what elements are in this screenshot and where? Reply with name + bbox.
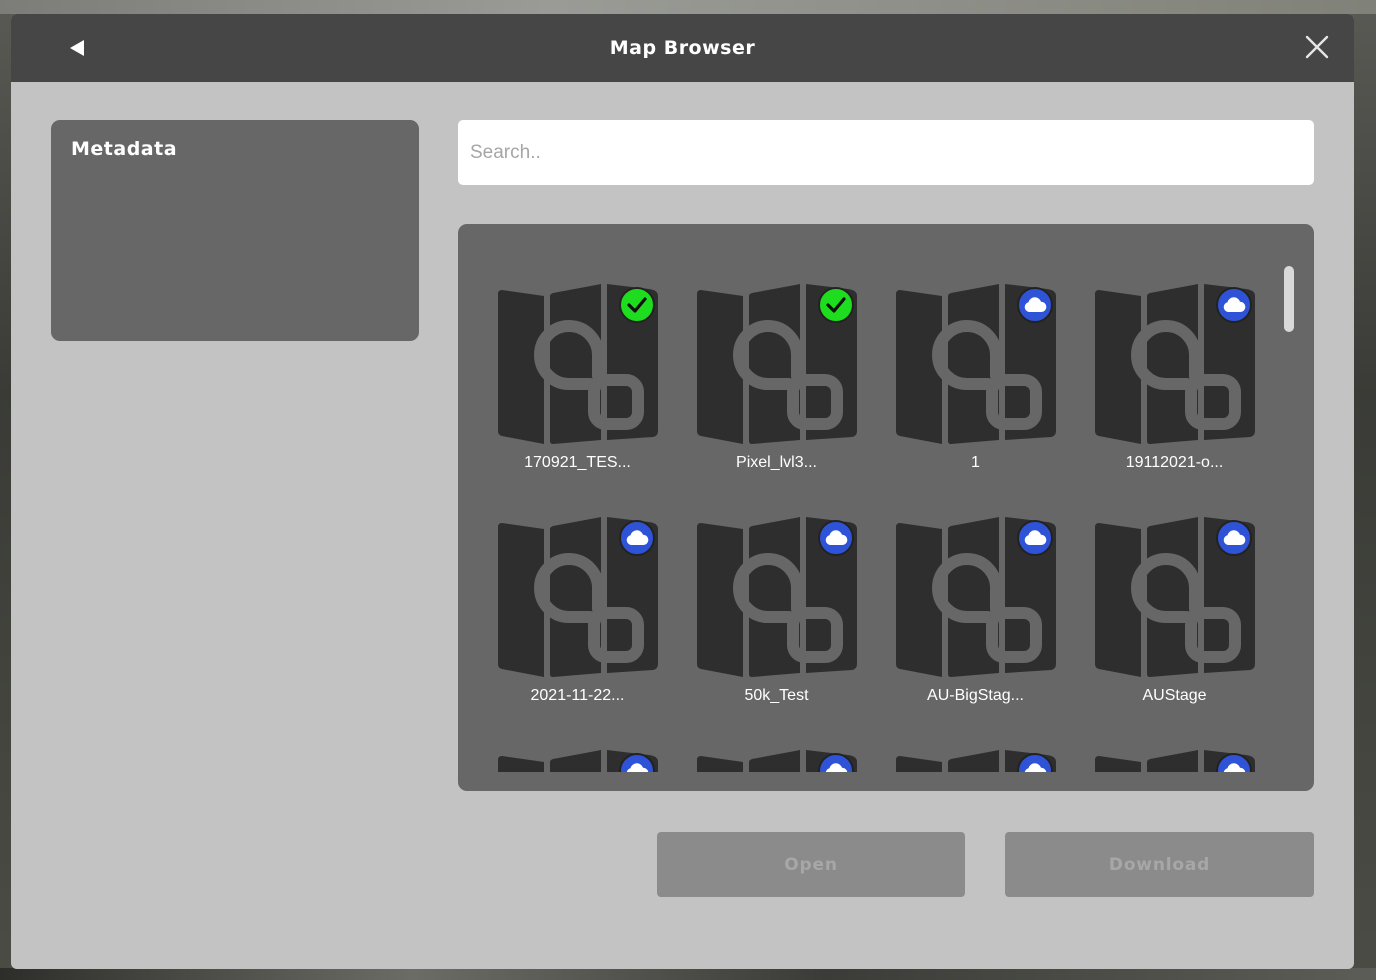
map-tile[interactable] xyxy=(1075,750,1274,772)
map-tile-label: Pixel_lvl3... xyxy=(736,454,817,471)
map-tile[interactable] xyxy=(677,750,876,772)
map-tile[interactable]: AUStage xyxy=(1075,517,1274,750)
cloud-icon xyxy=(1024,763,1047,772)
map-tile-label: 50k_Test xyxy=(744,687,809,704)
cloud-icon xyxy=(1024,530,1047,545)
background-bottom xyxy=(0,968,1376,980)
cloud-badge xyxy=(1216,520,1252,556)
map-grid: 170921_TES... Pixel_lvl3... 1 19112021-o...… xyxy=(478,284,1278,772)
search-input[interactable] xyxy=(458,120,1314,185)
cloud-icon xyxy=(626,763,649,772)
map-tile-label: 170921_TES... xyxy=(524,454,631,471)
metadata-title: Metadata xyxy=(71,138,178,160)
map-tile-label: AU-BigStag... xyxy=(927,687,1024,704)
close-icon xyxy=(1305,35,1329,59)
cloud-badge xyxy=(1017,520,1053,556)
grid-scrollbar[interactable] xyxy=(1284,266,1294,332)
cloud-badge xyxy=(818,520,854,556)
downloaded-badge xyxy=(818,287,854,323)
map-tile[interactable]: 1 xyxy=(876,284,1075,517)
map-tile[interactable] xyxy=(876,750,1075,772)
cloud-icon xyxy=(1223,297,1246,312)
cloud-icon xyxy=(1223,763,1246,772)
cloud-badge xyxy=(1216,287,1252,323)
map-grid-panel: 170921_TES... Pixel_lvl3... 1 19112021-o...… xyxy=(458,224,1314,791)
map-tile[interactable]: 170921_TES... xyxy=(478,284,677,517)
close-button[interactable] xyxy=(1302,32,1332,62)
map-grid-viewport: 170921_TES... Pixel_lvl3... 1 19112021-o...… xyxy=(458,224,1314,772)
window-title: Map Browser xyxy=(609,37,756,59)
cloud-icon xyxy=(825,530,848,545)
map-tile[interactable] xyxy=(478,750,677,772)
map-tile-label: AUStage xyxy=(1142,687,1207,704)
map-tile[interactable]: Pixel_lvl3... xyxy=(677,284,876,517)
map-tile[interactable]: 19112021-o... xyxy=(1075,284,1274,517)
map-tile-label: 1 xyxy=(971,454,980,471)
map-tile[interactable]: AU-BigStag... xyxy=(876,517,1075,750)
cloud-icon xyxy=(1024,297,1047,312)
download-button[interactable]: Download xyxy=(1005,832,1314,897)
map-tile[interactable]: 2021-11-22... xyxy=(478,517,677,750)
downloaded-badge xyxy=(619,287,655,323)
map-browser-dialog: Map Browser Metadata 170921_TES... Pixel_… xyxy=(11,14,1354,969)
checkmark-icon xyxy=(826,297,846,313)
open-button[interactable]: Open xyxy=(657,832,965,897)
title-bar: Map Browser xyxy=(11,14,1354,82)
background-top xyxy=(0,0,1376,14)
map-tile[interactable]: 50k_Test xyxy=(677,517,876,750)
map-tile-label: 2021-11-22... xyxy=(530,687,625,704)
metadata-panel: Metadata xyxy=(51,120,419,341)
map-tile-label: 19112021-o... xyxy=(1125,454,1224,471)
cloud-icon xyxy=(825,763,848,772)
checkmark-icon xyxy=(627,297,647,313)
cloud-badge xyxy=(619,520,655,556)
cloud-badge xyxy=(1017,287,1053,323)
cloud-icon xyxy=(626,530,649,545)
cloud-icon xyxy=(1223,530,1246,545)
